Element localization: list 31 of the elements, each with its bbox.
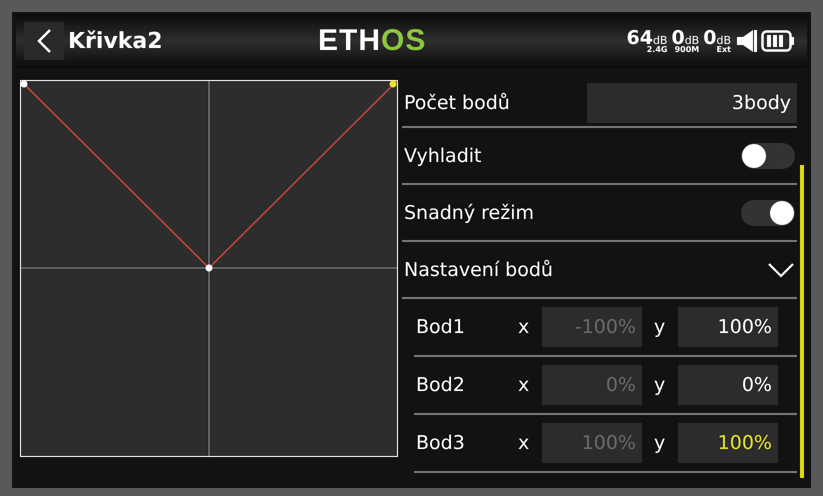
- setting-label: Vyhladit: [404, 144, 482, 166]
- point-label: Bod2: [415, 374, 466, 396]
- band-label: Ext: [716, 46, 731, 54]
- axis-label: y: [654, 374, 666, 396]
- setting-label: Snadný režim: [404, 202, 534, 224]
- band-label: 2.4G: [646, 46, 668, 54]
- speaker-icon: [735, 28, 757, 54]
- axis-label: y: [654, 432, 666, 454]
- setting-label: Nastavení bodů: [404, 258, 553, 280]
- logo: ETHOS: [318, 24, 428, 58]
- signal-reading: 64dB: [626, 28, 668, 48]
- axis-label: x: [518, 316, 530, 338]
- axis-label: x: [518, 432, 530, 454]
- battery-icon: [761, 30, 795, 52]
- y-value-field[interactable]: 100%: [678, 423, 778, 463]
- value-field[interactable]: 3body: [587, 83, 797, 123]
- toggle-switch[interactable]: [741, 142, 795, 168]
- toggle-switch[interactable]: [741, 200, 795, 226]
- y-value-field[interactable]: 100%: [678, 307, 778, 347]
- setting-label: Počet bodů: [404, 92, 510, 114]
- screen-title: Křivka2: [68, 28, 164, 54]
- point-label: Bod1: [415, 316, 466, 338]
- axis-label: y: [654, 316, 666, 338]
- y-value-field[interactable]: 0%: [678, 365, 778, 405]
- point-label: Bod3: [415, 432, 466, 454]
- axis-label: x: [518, 374, 530, 396]
- back-button[interactable]: [24, 22, 64, 60]
- chevron-down-icon[interactable]: [767, 262, 795, 278]
- signal-reading: 0dB: [703, 28, 731, 48]
- band-label: 900M: [674, 46, 700, 54]
- signal-reading: 0dB: [671, 28, 700, 48]
